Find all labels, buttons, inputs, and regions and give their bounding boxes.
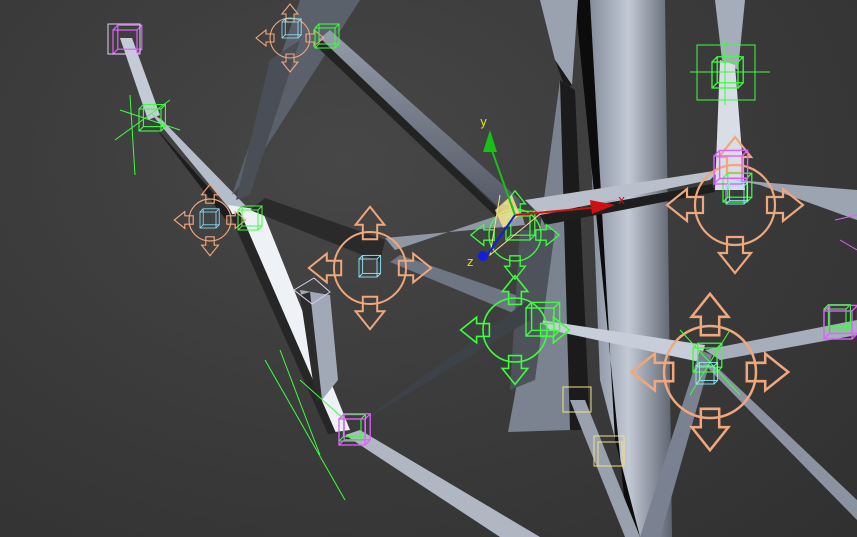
shoulder-cyan-cube-icon[interactable] [358, 254, 382, 278]
foot-magenta-cube-icon[interactable] [823, 304, 857, 340]
edge-magenta-lines [834, 214, 857, 251]
bone-chain[interactable] [120, 0, 857, 537]
gizmo-y-label: y [480, 115, 487, 129]
foot-cube-icon[interactable] [823, 304, 851, 332]
hand-magenta-cube-icon[interactable] [338, 413, 371, 446]
3d-viewport[interactable]: x y z [0, 0, 857, 537]
gizmo-y-arrowhead[interactable] [483, 130, 497, 152]
scene-canvas[interactable]: x y z [0, 0, 857, 537]
gizmo-z-handle[interactable] [478, 251, 488, 261]
elbow-cyan-cube-icon[interactable] [199, 208, 220, 229]
green-controls[interactable] [114, 23, 851, 501]
gizmo-x-label: x [618, 193, 625, 207]
gizmo-z-label: z [467, 255, 473, 269]
hip-cyan-cube-icon[interactable] [725, 181, 749, 205]
